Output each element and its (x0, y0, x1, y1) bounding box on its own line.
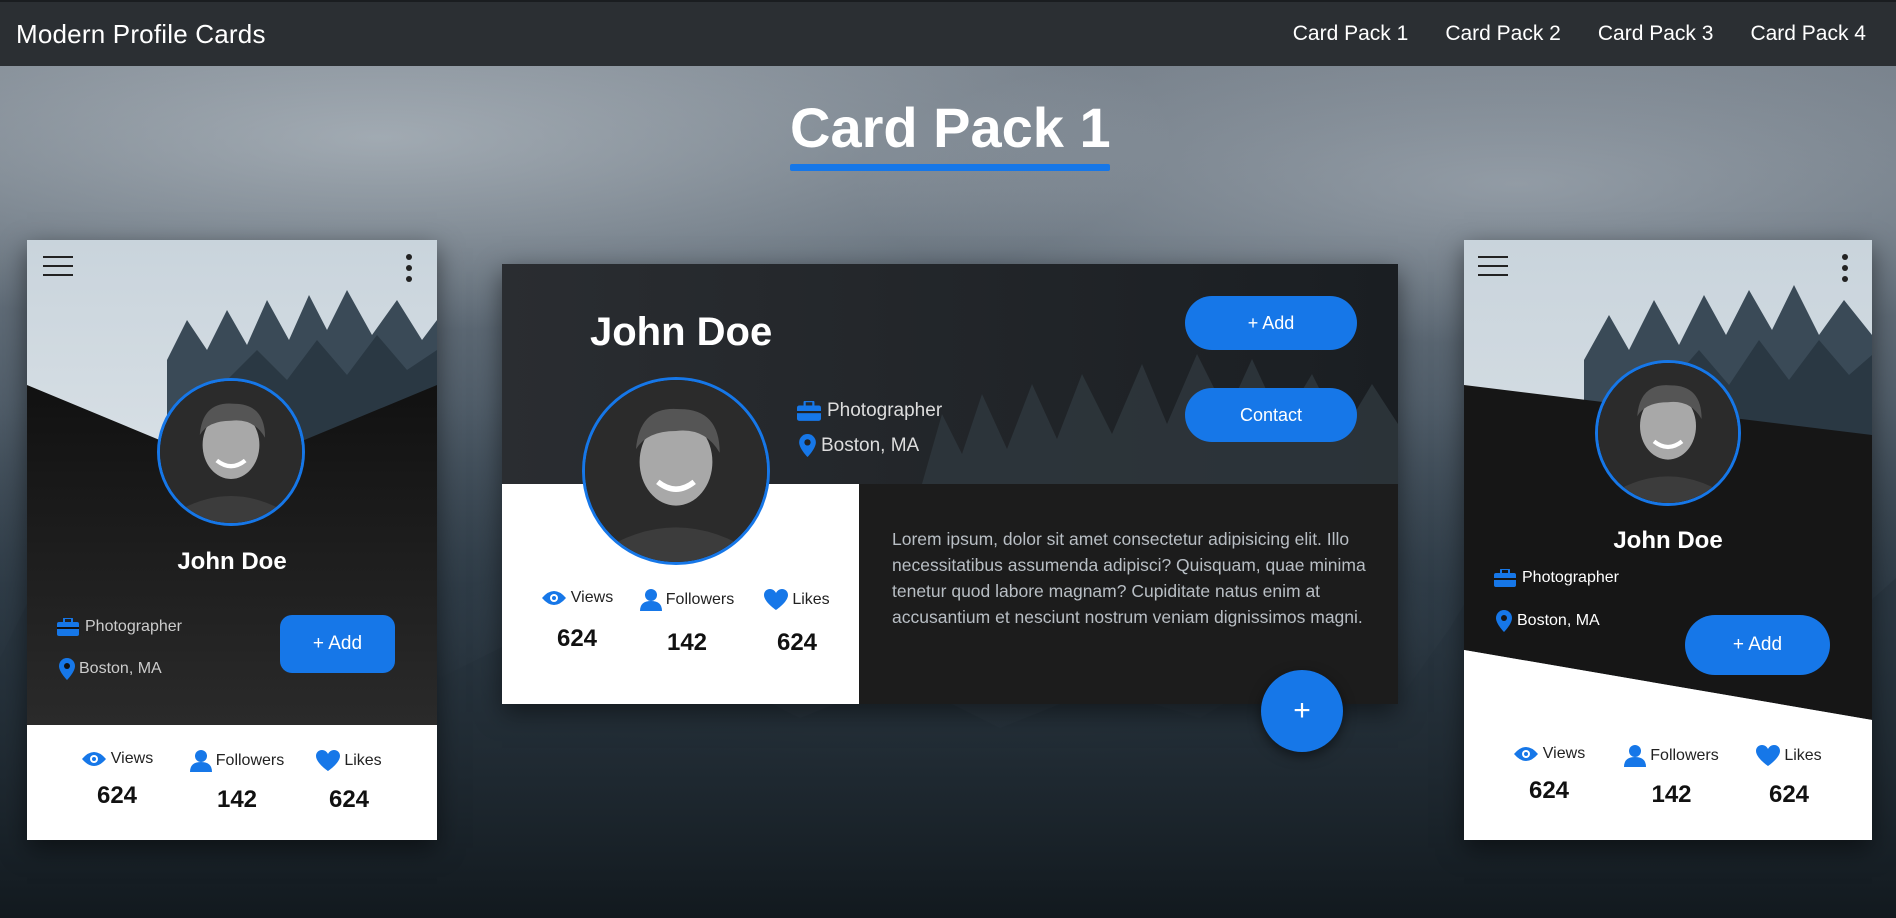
nav-link-card-pack-1[interactable]: Card Pack 1 (1293, 22, 1409, 46)
likes-value: 624 (1768, 781, 1810, 808)
map-pin-icon (1496, 610, 1512, 632)
heart-icon (764, 589, 789, 610)
followers-value: 142 (1651, 781, 1692, 808)
likes-label: Likes (344, 752, 382, 769)
views-label: Views (1542, 745, 1586, 762)
location-row: Boston, MA (1496, 610, 1600, 632)
profile-name: John Doe (177, 548, 287, 575)
stat-likes: Likes 624 (309, 750, 389, 814)
brand-title[interactable]: Modern Profile Cards (16, 19, 266, 50)
eye-icon (81, 752, 106, 766)
kebab-icon[interactable] (405, 254, 413, 282)
likes-label: Likes (792, 591, 830, 608)
stat-views: Views 624 (1504, 745, 1594, 805)
stat-followers: Followers 142 (1614, 745, 1729, 809)
kebab-icon[interactable] (1841, 254, 1849, 282)
eye-icon (1513, 747, 1538, 761)
briefcase-icon (57, 618, 79, 636)
views-label: Views (110, 750, 154, 767)
followers-label: Followers (215, 752, 285, 769)
map-pin-icon (799, 434, 816, 457)
avatar (157, 378, 305, 526)
job-title: Photographer (827, 400, 943, 421)
views-value: 624 (556, 625, 598, 652)
nav-link-card-pack-2[interactable]: Card Pack 2 (1445, 22, 1561, 46)
job-row: Photographer (1494, 569, 1619, 587)
location-text: Boston, MA (821, 434, 920, 456)
heart-icon (316, 750, 341, 771)
nav-link-card-pack-3[interactable]: Card Pack 3 (1598, 22, 1714, 46)
followers-label: Followers (1650, 747, 1719, 764)
card-body: John Doe Photographer Boston, MA + Add V… (1464, 240, 1872, 840)
hamburger-icon[interactable] (43, 256, 73, 276)
stats-panel: Views 624 Followers 142 Likes 624 (27, 725, 437, 840)
likes-label: Likes (1784, 747, 1822, 764)
location-row: Boston, MA (799, 434, 919, 457)
user-icon (189, 750, 212, 772)
followers-value: 142 (216, 786, 258, 813)
profile-card-vertical-left: John Doe Photographer Boston, MA + Add V… (27, 240, 437, 840)
views-value: 624 (1528, 777, 1570, 804)
top-navbar: Modern Profile Cards Card Pack 1 Card Pa… (0, 0, 1896, 66)
fab-add-button[interactable]: + (1261, 670, 1343, 752)
avatar (582, 377, 770, 565)
followers-value: 142 (666, 629, 708, 656)
location-text: Boston, MA (79, 660, 162, 677)
location-text: Boston, MA (1517, 612, 1600, 629)
eye-icon (541, 591, 566, 605)
bio-text: Lorem ipsum, dolor sit amet consectetur … (892, 529, 1366, 627)
likes-value: 624 (776, 629, 818, 656)
add-button[interactable]: + Add (280, 615, 395, 673)
views-label: Views (570, 589, 614, 606)
stat-views: Views 624 (77, 750, 157, 810)
title-underline (790, 164, 1110, 171)
job-title: Photographer (85, 618, 182, 635)
profile-card-vertical-right: John Doe Photographer Boston, MA + Add V… (1464, 240, 1872, 840)
nav-link-card-pack-4[interactable]: Card Pack 4 (1750, 22, 1866, 46)
followers-label: Followers (665, 591, 735, 608)
stat-likes: Likes 624 (752, 589, 842, 657)
location-row: Boston, MA (59, 658, 162, 680)
nav-links: Card Pack 1 Card Pack 2 Card Pack 3 Card… (1256, 22, 1866, 46)
stat-followers: Followers 142 (632, 589, 742, 657)
avatar (1595, 360, 1741, 506)
stat-likes: Likes 624 (1744, 745, 1834, 809)
hamburger-icon[interactable] (1478, 256, 1508, 276)
contact-button[interactable]: Contact (1185, 388, 1357, 442)
job-row: Photographer (57, 618, 182, 636)
job-title: Photographer (1522, 569, 1619, 586)
job-row: Photographer (797, 400, 942, 422)
card-header: John Doe Photographer Boston, MA + Add (27, 240, 437, 725)
stat-followers: Followers 142 (182, 750, 292, 814)
likes-value: 624 (328, 786, 370, 813)
map-pin-icon (59, 658, 75, 680)
heart-icon (1756, 745, 1781, 766)
profile-name: John Doe (590, 310, 773, 354)
briefcase-icon (797, 401, 821, 421)
stat-views: Views 624 (532, 589, 622, 653)
views-value: 624 (96, 782, 138, 809)
user-icon (639, 589, 662, 611)
briefcase-icon (1494, 569, 1516, 587)
profile-name: John Doe (1613, 527, 1723, 554)
add-button[interactable]: + Add (1685, 615, 1830, 675)
page-title: Card Pack 1 (790, 96, 1111, 159)
profile-card-horizontal: John Doe Photographer Boston, MA + Add C… (502, 264, 1398, 704)
user-icon (1624, 745, 1647, 767)
add-button[interactable]: + Add (1185, 296, 1357, 350)
